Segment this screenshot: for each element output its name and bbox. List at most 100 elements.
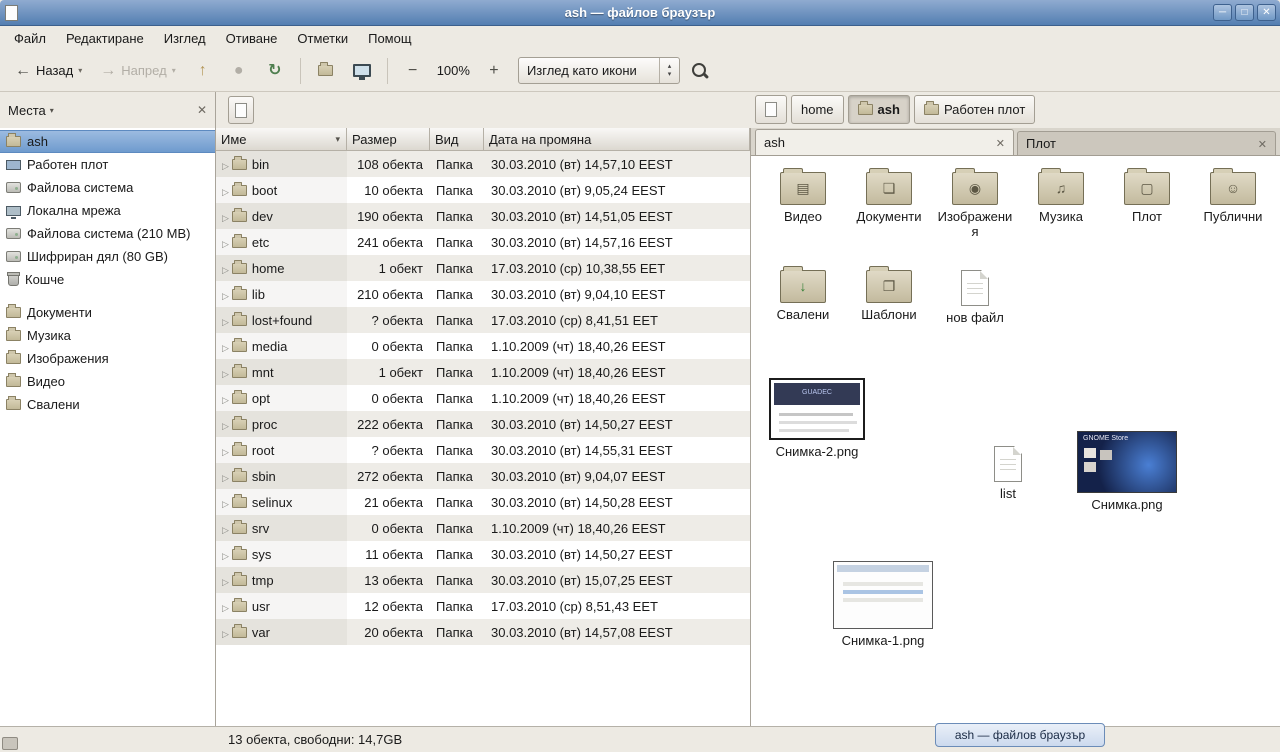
file-item[interactable]: GNOME Store Снимка.png <box>1071 431 1183 513</box>
tab-close-icon[interactable] <box>996 135 1005 150</box>
table-row[interactable]: lib 210 обекта Папка 30.03.2010 (вт) 9,0… <box>216 281 750 307</box>
expander-icon[interactable] <box>222 287 229 302</box>
places-close-icon[interactable]: ✕ <box>197 103 207 117</box>
panel-corner-icon[interactable] <box>2 737 18 750</box>
table-row[interactable]: mnt 1 обект Папка 1.10.2009 (чт) 18,40,2… <box>216 359 750 385</box>
expander-icon[interactable] <box>222 599 229 614</box>
table-row[interactable]: sbin 272 обекта Папка 30.03.2010 (вт) 9,… <box>216 463 750 489</box>
expander-icon[interactable] <box>222 495 229 510</box>
forward-button[interactable]: → Напред ▾ <box>93 58 182 84</box>
back-button[interactable]: ← Назад ▾ <box>8 58 89 84</box>
table-row[interactable]: etc 241 обекта Папка 30.03.2010 (вт) 14,… <box>216 229 750 255</box>
close-button[interactable]: ✕ <box>1257 4 1276 21</box>
expander-icon[interactable] <box>222 313 229 328</box>
expander-icon[interactable] <box>222 547 229 562</box>
pathbar-button[interactable]: home <box>791 95 844 124</box>
expander-icon[interactable] <box>222 339 229 354</box>
sidebar-item[interactable]: Файлова система (210 MB) <box>0 222 215 245</box>
expander-icon[interactable] <box>222 261 229 276</box>
file-item[interactable]: list <box>973 446 1043 502</box>
menu-item[interactable]: Изглед <box>154 28 216 49</box>
expander-icon[interactable] <box>222 469 229 484</box>
taskbar-window-button[interactable]: ash — файлов браузър <box>935 723 1105 747</box>
table-row[interactable]: opt 0 обекта Папка 1.10.2009 (чт) 18,40,… <box>216 385 750 411</box>
expander-icon[interactable] <box>222 235 229 250</box>
expander-icon[interactable] <box>222 573 229 588</box>
table-row[interactable]: bin 108 обекта Папка 30.03.2010 (вт) 14,… <box>216 151 750 177</box>
table-row[interactable]: selinux 21 обекта Папка 30.03.2010 (вт) … <box>216 489 750 515</box>
table-row[interactable]: lost+found ? обекта Папка 17.03.2010 (ср… <box>216 307 750 333</box>
up-button[interactable]: ↑ <box>187 56 219 86</box>
table-row[interactable]: root ? обекта Папка 30.03.2010 (вт) 14,5… <box>216 437 750 463</box>
pathbar-button[interactable]: Работен плот <box>914 95 1035 124</box>
sidebar-item[interactable]: Музика <box>0 324 215 347</box>
sidebar-item[interactable]: Работен плот <box>0 153 215 176</box>
table-row[interactable]: home 1 обект Папка 17.03.2010 (ср) 10,38… <box>216 255 750 281</box>
back-dropdown-icon[interactable]: ▾ <box>78 66 82 75</box>
places-dropdown-icon[interactable]: ▾ <box>50 106 54 115</box>
table-row[interactable]: var 20 обекта Папка 30.03.2010 (вт) 14,5… <box>216 619 750 645</box>
pane-location-button[interactable] <box>228 96 254 124</box>
sidebar-item[interactable]: Документи <box>0 301 215 324</box>
home-button[interactable] <box>310 56 342 86</box>
menu-item[interactable]: Редактиране <box>56 28 154 49</box>
table-row[interactable]: srv 0 обекта Папка 1.10.2009 (чт) 18,40,… <box>216 515 750 541</box>
sidebar-item[interactable]: Шифриран дял (80 GB) <box>0 245 215 268</box>
places-sidebar: ash Работен плот Файлова система Локална… <box>0 128 216 726</box>
expander-icon[interactable] <box>222 521 229 536</box>
reload-button[interactable]: ↻ <box>259 56 291 86</box>
minimize-button[interactable]: ─ <box>1213 4 1232 21</box>
table-row[interactable]: proc 222 обекта Папка 30.03.2010 (вт) 14… <box>216 411 750 437</box>
menu-item[interactable]: Отметки <box>287 28 358 49</box>
file-item[interactable]: GUADEC Снимка-2.png <box>767 378 867 460</box>
pathbar-root-button[interactable] <box>755 95 787 124</box>
menu-item[interactable]: Файл <box>4 28 56 49</box>
zoom-out-button[interactable]: − <box>397 56 429 86</box>
search-button[interactable] <box>684 56 716 86</box>
path-folder-icon <box>858 104 873 115</box>
sidebar-item[interactable]: Локална мрежа <box>0 199 215 222</box>
forward-dropdown-icon[interactable]: ▾ <box>172 66 176 75</box>
sidebar-item[interactable]: Файлова система <box>0 176 215 199</box>
menu-item[interactable]: Отиване <box>216 28 288 49</box>
titlebar[interactable]: ash — файлов браузър ─ □ ✕ <box>0 0 1280 26</box>
expander-icon[interactable] <box>222 157 229 172</box>
expander-icon[interactable] <box>222 183 229 198</box>
table-row[interactable]: usr 12 обекта Папка 17.03.2010 (ср) 8,51… <box>216 593 750 619</box>
file-item[interactable]: Снимка-1.png <box>831 561 935 649</box>
view-mode-select[interactable]: Изглед като икони ▴▾ <box>518 57 680 84</box>
type-cell: Папка <box>430 183 484 198</box>
tab-close-icon[interactable] <box>1258 136 1267 151</box>
size-cell: 0 обекта <box>347 521 430 536</box>
computer-button[interactable] <box>346 56 378 86</box>
zoom-in-button[interactable]: + <box>478 56 510 86</box>
column-header-name[interactable]: Име ▾ <box>216 128 347 151</box>
size-cell: 210 обекта <box>347 287 430 302</box>
pane-tab[interactable]: Плот <box>1017 131 1276 155</box>
column-header-type[interactable]: Вид <box>430 128 484 151</box>
column-header-date[interactable]: Дата на промяна <box>484 128 750 151</box>
expander-icon[interactable] <box>222 443 229 458</box>
pathbar-button[interactable]: ash <box>848 95 910 124</box>
expander-icon[interactable] <box>222 391 229 406</box>
pane-tab[interactable]: ash <box>755 129 1014 155</box>
table-row[interactable]: tmp 13 обекта Папка 30.03.2010 (вт) 15,0… <box>216 567 750 593</box>
sidebar-item[interactable]: Изображения <box>0 347 215 370</box>
sidebar-item[interactable]: ash <box>0 130 215 153</box>
sidebar-item[interactable]: Кошче <box>0 268 215 291</box>
table-row[interactable]: boot 10 обекта Папка 30.03.2010 (вт) 9,0… <box>216 177 750 203</box>
stop-button[interactable]: ● <box>223 56 255 86</box>
table-row[interactable]: media 0 обекта Папка 1.10.2009 (чт) 18,4… <box>216 333 750 359</box>
expander-icon[interactable] <box>222 365 229 380</box>
table-row[interactable]: dev 190 обекта Папка 30.03.2010 (вт) 14,… <box>216 203 750 229</box>
maximize-button[interactable]: □ <box>1235 4 1254 21</box>
combo-arrows-icon[interactable]: ▴▾ <box>659 58 679 83</box>
menu-item[interactable]: Помощ <box>358 28 421 49</box>
table-row[interactable]: sys 11 обекта Папка 30.03.2010 (вт) 14,5… <box>216 541 750 567</box>
expander-icon[interactable] <box>222 625 229 640</box>
sidebar-item[interactable]: Свалени <box>0 393 215 416</box>
expander-icon[interactable] <box>222 417 229 432</box>
expander-icon[interactable] <box>222 209 229 224</box>
sidebar-item[interactable]: Видео <box>0 370 215 393</box>
column-header-size[interactable]: Размер <box>347 128 430 151</box>
